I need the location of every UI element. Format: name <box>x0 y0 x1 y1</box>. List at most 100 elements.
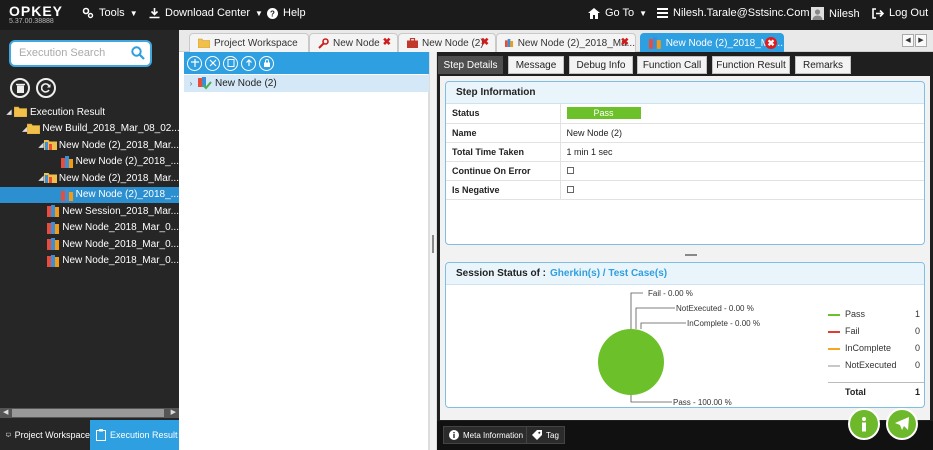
chevron-down-icon: ▼ <box>639 8 648 18</box>
lock-button[interactable] <box>259 55 274 71</box>
details-panel: Step Details Message Debug Info Function… <box>437 52 933 450</box>
top-bar: OPKEY 5.37.00.38888 Tools ▼ Download Cen… <box>0 0 933 30</box>
close-icon[interactable]: ✖ <box>621 37 629 48</box>
search-icon[interactable] <box>131 46 145 60</box>
scrollbar-thumb[interactable] <box>12 409 164 417</box>
tree-item[interactable]: New Node_2018_Mar_0... <box>0 253 179 270</box>
close-icon[interactable]: ✖ <box>765 37 777 49</box>
collapse-all-button[interactable] <box>205 55 220 71</box>
doc-tab-new-node-2[interactable]: New Node (2) ✖ <box>398 33 496 52</box>
is-negative-checkbox[interactable] <box>566 185 574 193</box>
tab-message[interactable]: Message <box>508 56 564 74</box>
execution-panel: ◢ Execution Result ◢New Build_2018_Mar_08_… <box>0 30 179 450</box>
info-fab-button[interactable] <box>848 408 880 440</box>
tab-execution-result[interactable]: Execution Result <box>90 420 179 450</box>
pie-slice-pass[interactable] <box>598 329 664 395</box>
status-badge: Pass <box>566 107 641 120</box>
home-icon <box>588 7 600 19</box>
tree-item-label: Execution Result <box>30 106 106 118</box>
session-icon <box>47 221 60 234</box>
tools-menu[interactable]: Tools ▼ <box>82 7 138 19</box>
vertical-splitter[interactable] <box>429 52 437 450</box>
run-fab-button[interactable] <box>886 408 918 440</box>
testcase-icon <box>60 188 74 201</box>
step-information-table: Status Pass Name New Node (2) Total Time… <box>446 104 924 200</box>
tree-item[interactable]: ◢ Execution Result <box>0 104 179 121</box>
doc-tab-result-2[interactable]: New Node (2)_2018_Ma... ✖ <box>640 33 784 52</box>
tab-execution-result-label: Execution Result <box>110 430 178 440</box>
tree-node-row[interactable]: › New Node (2) <box>184 75 429 92</box>
export-button[interactable] <box>223 55 238 71</box>
meta-information-button[interactable]: Meta Information <box>443 426 530 444</box>
tab-scroll-right-icon[interactable]: ▶ <box>915 34 927 47</box>
scroll-left-icon[interactable]: ◀ <box>3 408 8 416</box>
splitter-grip[interactable] <box>432 235 434 253</box>
legend-swatch <box>828 365 840 367</box>
tab-remarks[interactable]: Remarks <box>795 56 851 74</box>
legend-value: 0 <box>914 326 920 336</box>
scroll-right-icon[interactable]: ▶ <box>171 408 176 416</box>
tag-icon <box>532 430 542 440</box>
user-email[interactable]: Nilesh.Tarale@Sstsinc.Com <box>657 7 810 19</box>
legend-swatch <box>828 314 840 316</box>
execution-search[interactable] <box>9 40 152 67</box>
download-center-menu[interactable]: Download Center ▼ <box>149 7 263 19</box>
go-to-menu[interactable]: Go To ▼ <box>588 7 647 19</box>
tab-function-call[interactable]: Function Call <box>637 56 707 74</box>
brand-logo: OPKEY 5.37.00.38888 <box>9 4 63 26</box>
legend-name: Fail <box>845 326 860 336</box>
logout-button[interactable]: Log Out <box>872 7 928 19</box>
session-status-link[interactable]: Gherkin(s) / Test Case(s) <box>550 268 667 279</box>
time-label: Total Time Taken <box>446 142 561 162</box>
doc-tab-project-workspace[interactable]: Project Workspace <box>189 33 309 52</box>
tab-step-details[interactable]: Step Details <box>438 56 503 74</box>
tree-item[interactable]: New Node (2)_2018_... <box>0 154 179 171</box>
continue-on-error-checkbox[interactable] <box>566 166 574 174</box>
tree-item[interactable]: ◢ New Build_2018_Mar_08_02... <box>0 121 179 138</box>
tree-item[interactable]: New Node_2018_Mar_0... <box>0 236 179 253</box>
help-icon: ? <box>267 7 278 19</box>
tree-item[interactable]: New Node (2)_2018_... <box>0 186 179 203</box>
refresh-button[interactable] <box>36 78 56 98</box>
chevron-right-icon[interactable]: › <box>184 79 198 88</box>
close-icon[interactable]: ✖ <box>481 37 489 48</box>
step-details-content: Step Information Status Pass Name New No… <box>440 76 930 420</box>
legend-swatch <box>828 348 840 350</box>
tab-scroll-left-icon[interactable]: ◀ <box>902 34 914 47</box>
legend-total: Total 1 <box>828 382 924 400</box>
email-label: Nilesh.Tarale@Sstsinc.Com <box>673 7 810 19</box>
step-information-card: Step Information Status Pass Name New No… <box>445 81 925 245</box>
tree-item[interactable]: ◢ New Node (2)_2018_Mar... <box>0 170 179 187</box>
doc-tab-result-1[interactable]: New Node (2)_2018_Ma... ✖ <box>496 33 636 52</box>
list-icon <box>657 8 668 18</box>
tree-item[interactable]: ◢ New Node (2)_2018_Mar... <box>0 137 179 154</box>
download-icon <box>149 7 160 18</box>
close-icon[interactable]: ✖ <box>383 37 391 48</box>
user-menu[interactable]: Nilesh <box>811 7 860 20</box>
horizontal-splitter[interactable] <box>685 254 697 256</box>
step-information-title: Step Information <box>446 82 924 104</box>
session-icon <box>47 205 60 218</box>
expanded-triangle-icon[interactable]: ◢ <box>4 108 14 116</box>
table-row: Total Time Taken 1 min 1 sec <box>446 142 924 162</box>
help-menu[interactable]: ? Help <box>267 7 306 19</box>
upload-button[interactable] <box>241 55 256 71</box>
tag-button[interactable]: Tag <box>526 426 565 444</box>
horizontal-scrollbar[interactable]: ◀ ▶ <box>0 408 179 418</box>
tab-debug-info[interactable]: Debug Info <box>569 56 633 74</box>
delete-button[interactable] <box>10 78 30 98</box>
trash-icon <box>15 83 25 93</box>
expand-all-button[interactable] <box>187 55 202 71</box>
fail-annotation: Fail - 0.00 % <box>648 289 693 298</box>
tab-function-result[interactable]: Function Result <box>712 56 790 74</box>
legend-name: InComplete <box>845 343 892 353</box>
doc-tab-new-node[interactable]: New Node ✖ <box>309 33 398 52</box>
tab-project-workspace[interactable]: Project Workspace <box>0 420 90 450</box>
logout-label: Log Out <box>889 7 929 19</box>
tree-item[interactable]: New Session_2018_Mar... <box>0 203 179 220</box>
execution-search-input[interactable] <box>19 47 127 59</box>
tree-item-label: New Build_2018_Mar_08_02... <box>42 123 179 135</box>
tools-label: Tools <box>99 7 125 19</box>
folder-icon <box>198 38 210 48</box>
tree-item[interactable]: New Node_2018_Mar_0... <box>0 220 179 237</box>
